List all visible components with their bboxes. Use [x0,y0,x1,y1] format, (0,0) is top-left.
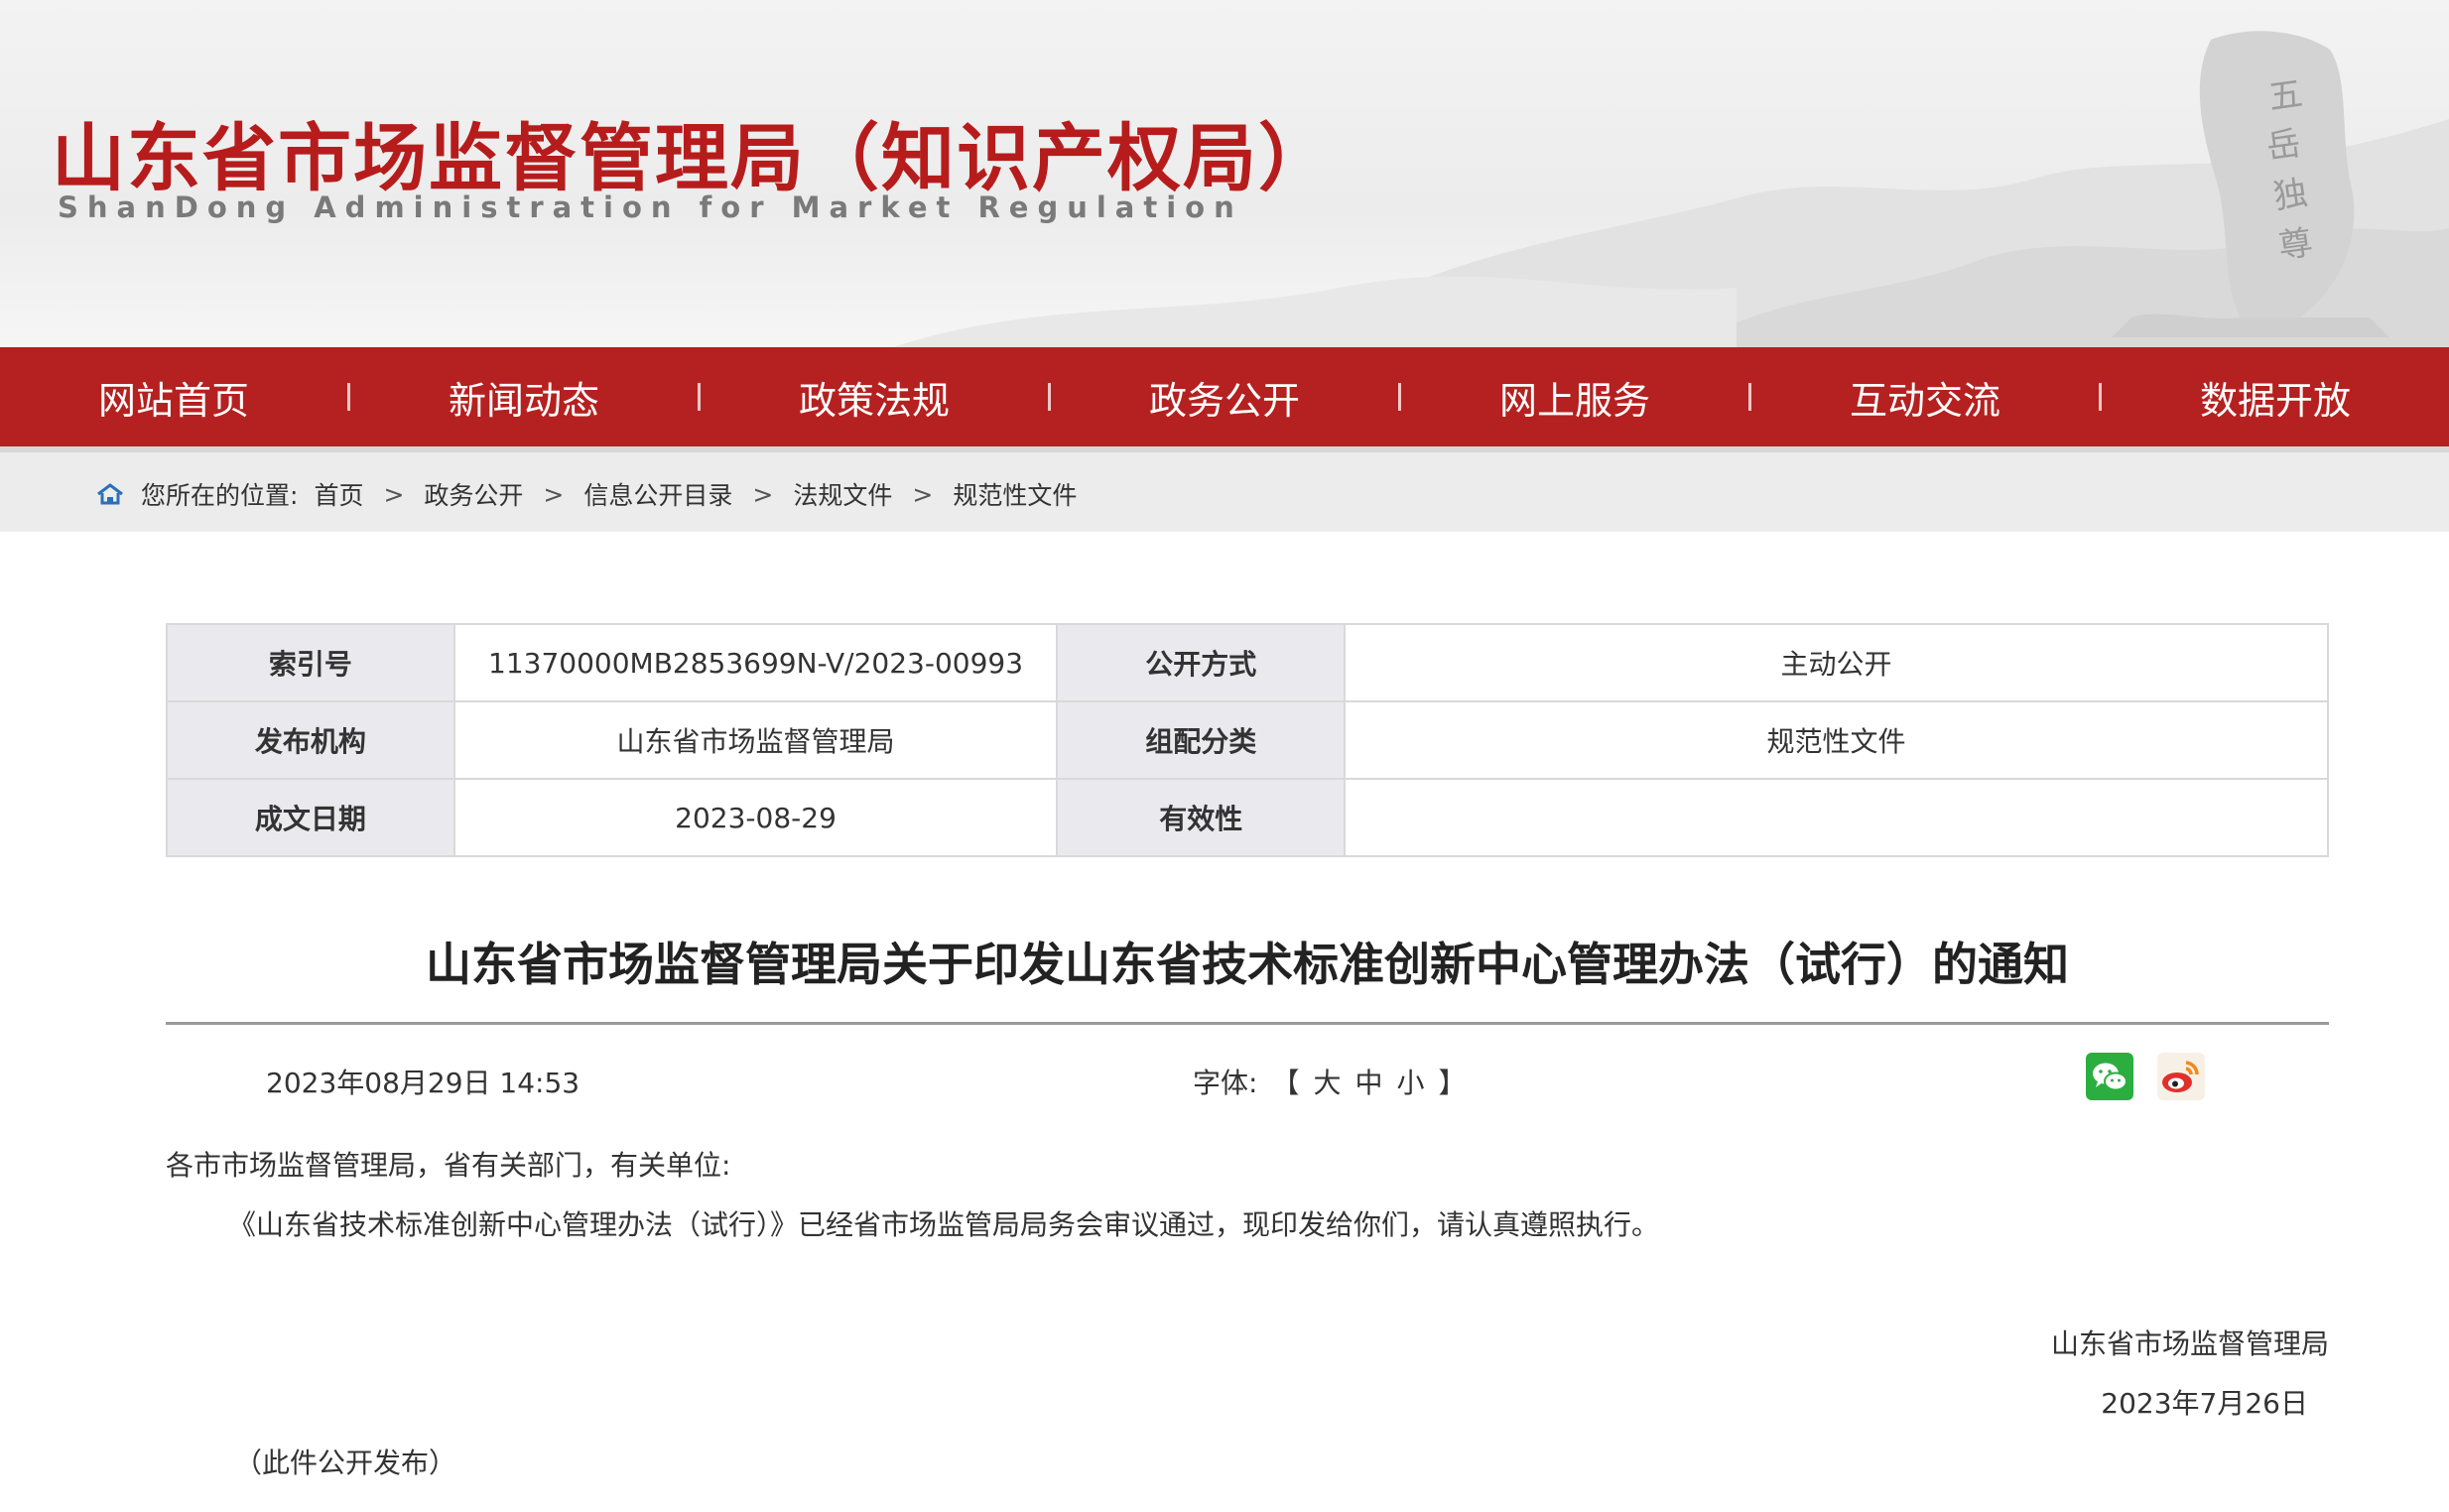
breadcrumb: 您所在的位置: 首页 > 政务公开 > 信息公开目录 > 法规文件 > 规范性文… [95,476,1077,512]
nav-item-interaction[interactable]: 互动交流 [1751,370,2099,425]
breadcrumb-prefix: 您所在的位置: [141,481,299,510]
document-info-table: 索引号 11370000MB2853699N-V/2023-00993 公开方式… [166,623,2329,857]
breadcrumb-government-affairs[interactable]: 政务公开 [424,476,523,512]
breadcrumb-home[interactable]: 首页 [314,476,363,512]
validity-label: 有效性 [1056,778,1347,857]
breadcrumb-separator: > [383,479,405,509]
nav-item-news[interactable]: 新闻动态 [350,370,698,425]
svg-text:独: 独 [2271,174,2310,217]
svg-text:五: 五 [2266,74,2305,118]
nav-item-online-services[interactable]: 网上服务 [1401,370,1748,425]
breadcrumb-separator: > [912,479,934,509]
breadcrumb-bar: 您所在的位置: 首页 > 政务公开 > 信息公开目录 > 法规文件 > 规范性文… [0,446,2449,532]
nav-item-government-affairs[interactable]: 政务公开 [1051,370,1398,425]
font-size-control: 字体: 【 大 中 小 】 [1193,1062,1467,1101]
weibo-icon[interactable] [2157,1053,2205,1100]
disclosure-label: 公开方式 [1056,623,1347,702]
disclosure-value: 主动公开 [1344,623,2329,702]
svg-text:尊: 尊 [2276,223,2315,267]
date-label: 成文日期 [166,778,455,857]
nav-item-open-data[interactable]: 数据开放 [2102,370,2449,425]
category-value: 规范性文件 [1344,700,2329,780]
index-value: 11370000MB2853699N-V/2023-00993 [452,623,1059,702]
home-icon [97,483,123,505]
breadcrumb-regulations[interactable]: 法规文件 [793,476,892,512]
title-divider [166,1022,2329,1025]
wechat-icon[interactable] [2086,1053,2133,1100]
breadcrumb-separator: > [543,479,565,509]
site-subtitle: ShanDong Administration for Market Regul… [58,190,1243,224]
breadcrumb-separator: > [752,479,774,509]
publish-datetime: 2023年08月29日 14:53 [266,1067,580,1099]
main-nav: 网站首页 新闻动态 政策法规 政务公开 网上服务 互动交流 数据开放 [0,347,2449,446]
font-large-button[interactable]: 大 [1313,1062,1341,1101]
table-row: 索引号 11370000MB2853699N-V/2023-00993 公开方式… [166,623,2329,702]
svg-text:岳: 岳 [2264,124,2303,168]
table-row: 发布机构 山东省市场监督管理局 组配分类 规范性文件 [166,700,2329,780]
publication-note: （此件公开发布） [234,1447,457,1479]
salutation: 各市市场监督管理局，省有关部门，有关单位: [166,1149,731,1182]
publisher-value: 山东省市场监督管理局 [452,700,1059,780]
signature: 山东省市场监督管理局 [2050,1327,2329,1360]
site-title: 山东省市场监督管理局（知识产权局） [52,116,1334,201]
calligraphy-stone-icon: 五 岳 独 尊 [2112,31,2389,337]
font-small-button[interactable]: 小 [1396,1062,1424,1101]
validity-value [1344,778,2329,857]
font-size-close-bracket: 】 [1438,1067,1467,1099]
font-size-open-bracket: 【 [1271,1067,1300,1099]
nav-item-home[interactable]: 网站首页 [0,370,347,425]
date-value: 2023-08-29 [452,778,1059,857]
index-label: 索引号 [166,623,455,702]
page-title: 山东省市场监督管理局关于印发山东省技术标准创新中心管理办法（试行）的通知 [426,938,2069,991]
nav-item-policy[interactable]: 政策法规 [701,370,1048,425]
sign-date: 2023年7月26日 [2101,1387,2308,1420]
breadcrumb-info-catalog[interactable]: 信息公开目录 [583,476,732,512]
table-row: 成文日期 2023-08-29 有效性 [166,778,2329,857]
font-size-label: 字体: [1193,1067,1258,1099]
breadcrumb-normative-docs[interactable]: 规范性文件 [953,476,1077,512]
font-medium-button[interactable]: 中 [1354,1062,1382,1101]
category-label: 组配分类 [1056,700,1347,780]
body-paragraph: 《山东省技术标准创新中心管理办法（试行）》已经省市场监管局局务会审议通过，现印发… [228,1208,1660,1241]
publisher-label: 发布机构 [166,700,455,780]
site-header: 五 岳 独 尊 山东省市场监督管理局（知识产权局） ShanDong Admin… [0,0,2449,347]
